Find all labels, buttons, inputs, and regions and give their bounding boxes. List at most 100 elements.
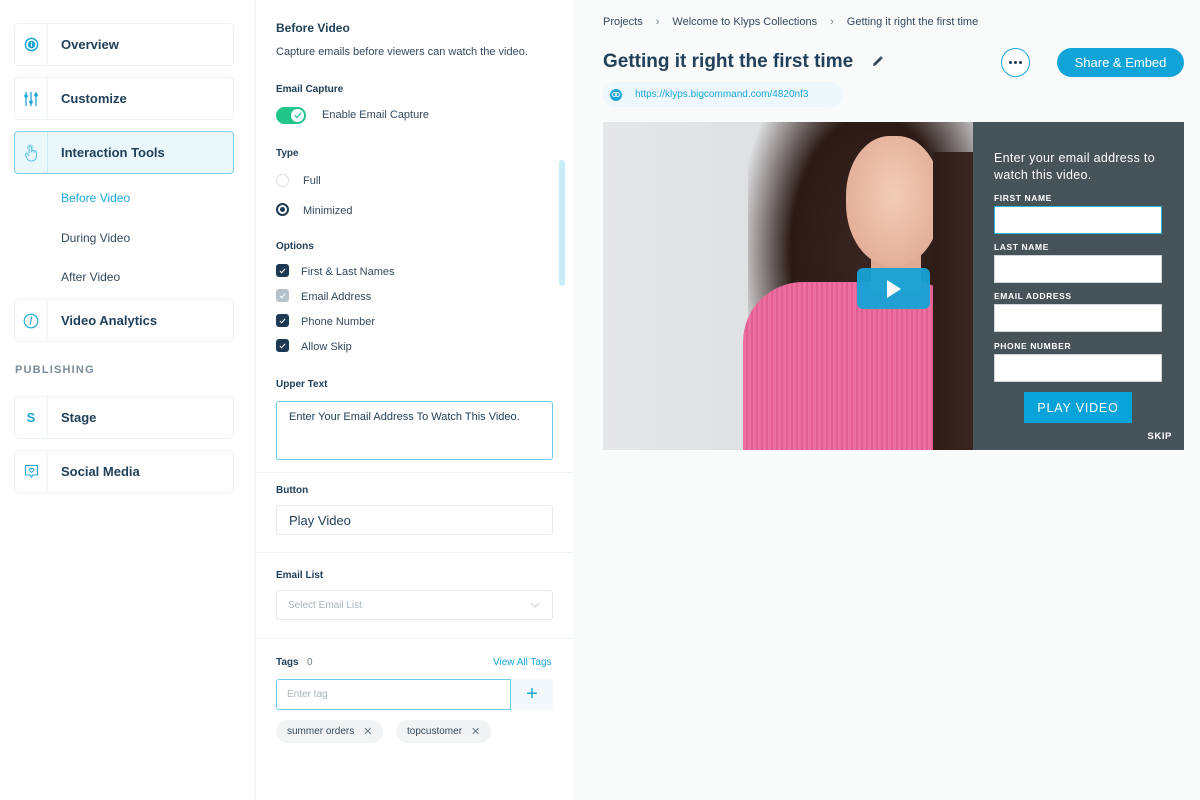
add-tag-button[interactable]: +: [511, 679, 553, 710]
radio-label: Full: [303, 175, 321, 187]
toggle-label: Enable Email Capture: [322, 109, 430, 121]
sidebar-item-video-analytics[interactable]: Video Analytics: [14, 299, 234, 342]
field-label: FIRST NAME: [994, 193, 1052, 203]
sidebar-item-label: Stage: [61, 410, 97, 425]
play-icon: [886, 279, 901, 298]
view-all-tags-link[interactable]: View All Tags: [493, 657, 552, 668]
options-label: Options: [276, 241, 314, 252]
clock-icon: [15, 300, 48, 341]
check-icon: [279, 343, 286, 348]
sidebar-item-label: Customize: [61, 91, 127, 106]
radio-full[interactable]: [276, 174, 289, 187]
stage-s-icon: S: [15, 397, 48, 438]
email-list-label: Email List: [276, 570, 324, 581]
sidebar-item-label: Video Analytics: [61, 313, 158, 328]
checkbox-label: First & Last Names: [301, 266, 395, 278]
radio-label: Minimized: [303, 205, 353, 217]
check-icon: [279, 318, 286, 323]
checkbox-first-last-names[interactable]: [276, 264, 289, 277]
tag-chip: topcustomer ✕: [396, 720, 492, 743]
checkbox-label: Email Address: [301, 291, 372, 303]
sidebar-item-stage[interactable]: S Stage: [14, 396, 234, 439]
phone-number-input[interactable]: [994, 354, 1162, 382]
email-address-input[interactable]: [994, 304, 1162, 332]
checkbox-label: Allow Skip: [301, 341, 352, 353]
scrollbar[interactable]: [559, 160, 565, 286]
tag-chip: summer orders ✕: [276, 720, 384, 743]
publishing-heading: PUBLISHING: [15, 364, 95, 376]
type-label: Type: [276, 148, 299, 159]
check-icon: [279, 268, 286, 273]
button-label: Button: [276, 485, 309, 496]
breadcrumb-current: Getting it right the first time: [846, 16, 979, 28]
plus-icon: +: [526, 683, 538, 705]
sidebar-subitem-after-video[interactable]: After Video: [61, 270, 120, 284]
sliders-icon: [15, 78, 48, 119]
sidebar-subitem-before-video[interactable]: Before Video: [61, 191, 130, 205]
chat-heart-icon: [15, 451, 48, 492]
sidebar-item-overview[interactable]: Overview: [14, 23, 234, 66]
skip-button[interactable]: SKIP: [1147, 431, 1172, 442]
pencil-icon[interactable]: [871, 55, 884, 73]
section-description: Capture emails before viewers can watch …: [276, 46, 528, 58]
upper-text-label: Upper Text: [276, 379, 328, 390]
sidebar-item-label: Overview: [61, 37, 119, 52]
dot: [1009, 61, 1012, 64]
radio-minimized[interactable]: [276, 203, 289, 216]
divider: [256, 638, 574, 639]
settings-panel: Before Video Capture emails before viewe…: [255, 0, 574, 800]
sidebar-subitem-during-video[interactable]: During Video: [61, 231, 130, 245]
play-button[interactable]: [857, 268, 930, 309]
chevron-down-icon: [530, 602, 540, 608]
sidebar-item-label: Social Media: [61, 464, 140, 479]
field-label: EMAIL ADDRESS: [994, 291, 1072, 301]
last-name-input[interactable]: [994, 255, 1162, 283]
info-circle-icon: [15, 24, 48, 65]
breadcrumb: Projects › Welcome to Klyps Collections …: [603, 16, 978, 28]
close-icon[interactable]: ✕: [363, 725, 372, 738]
button-text-input[interactable]: Play Video: [276, 505, 553, 535]
sidebar: Overview Customize Interaction Tools Bef…: [0, 0, 255, 800]
sidebar-item-customize[interactable]: Customize: [14, 77, 234, 120]
share-embed-button[interactable]: Share & Embed: [1057, 48, 1184, 77]
divider: [256, 472, 574, 473]
page-title: Getting it right the first time: [603, 51, 854, 72]
first-name-input[interactable]: [994, 206, 1162, 234]
upper-text-textarea[interactable]: Enter Your Email Address To Watch This V…: [276, 401, 553, 460]
link-icon: [610, 88, 622, 101]
checkbox-email-address: [276, 289, 289, 302]
breadcrumb-projects[interactable]: Projects: [603, 16, 643, 28]
overlay-heading: Enter your email address to watch this v…: [994, 151, 1155, 182]
url-text: https://klyps.bigcommand.com/4820nf3: [635, 89, 809, 100]
checkbox-label: Phone Number: [301, 316, 375, 328]
tag-input[interactable]: Enter tag: [276, 679, 511, 710]
close-icon[interactable]: ✕: [471, 725, 480, 738]
sidebar-item-label: Interaction Tools: [61, 145, 165, 160]
email-capture-toggle[interactable]: [276, 107, 306, 124]
play-video-button[interactable]: PLAY VIDEO: [1024, 392, 1132, 423]
dot: [1014, 61, 1017, 64]
checkbox-allow-skip[interactable]: [276, 339, 289, 352]
hand-pointer-icon: [15, 132, 48, 173]
select-placeholder: Select Email List: [288, 599, 362, 611]
dot: [1019, 61, 1022, 64]
sidebar-item-interaction-tools[interactable]: Interaction Tools: [14, 131, 234, 174]
check-icon: [279, 293, 286, 298]
checkbox-phone-number[interactable]: [276, 314, 289, 327]
tags-label: Tags: [276, 657, 299, 668]
email-capture-overlay: Enter your email address to watch this v…: [973, 122, 1184, 450]
video-url-link[interactable]: https://klyps.bigcommand.com/4820nf3: [603, 82, 843, 107]
field-label: LAST NAME: [994, 242, 1049, 252]
check-icon: [291, 109, 304, 122]
divider: [256, 552, 574, 553]
tags-count: 0: [307, 657, 313, 668]
more-options-button[interactable]: [1001, 48, 1030, 77]
breadcrumb-collection[interactable]: Welcome to Klyps Collections: [672, 16, 817, 28]
section-title: Before Video: [276, 21, 350, 35]
email-list-select[interactable]: Select Email List: [276, 590, 553, 620]
chevron-right-icon: ›: [830, 16, 834, 28]
video-player[interactable]: Enter your email address to watch this v…: [603, 122, 1184, 450]
field-label: PHONE NUMBER: [994, 341, 1072, 351]
sidebar-item-social-media[interactable]: Social Media: [14, 450, 234, 493]
chevron-right-icon: ›: [655, 16, 660, 28]
